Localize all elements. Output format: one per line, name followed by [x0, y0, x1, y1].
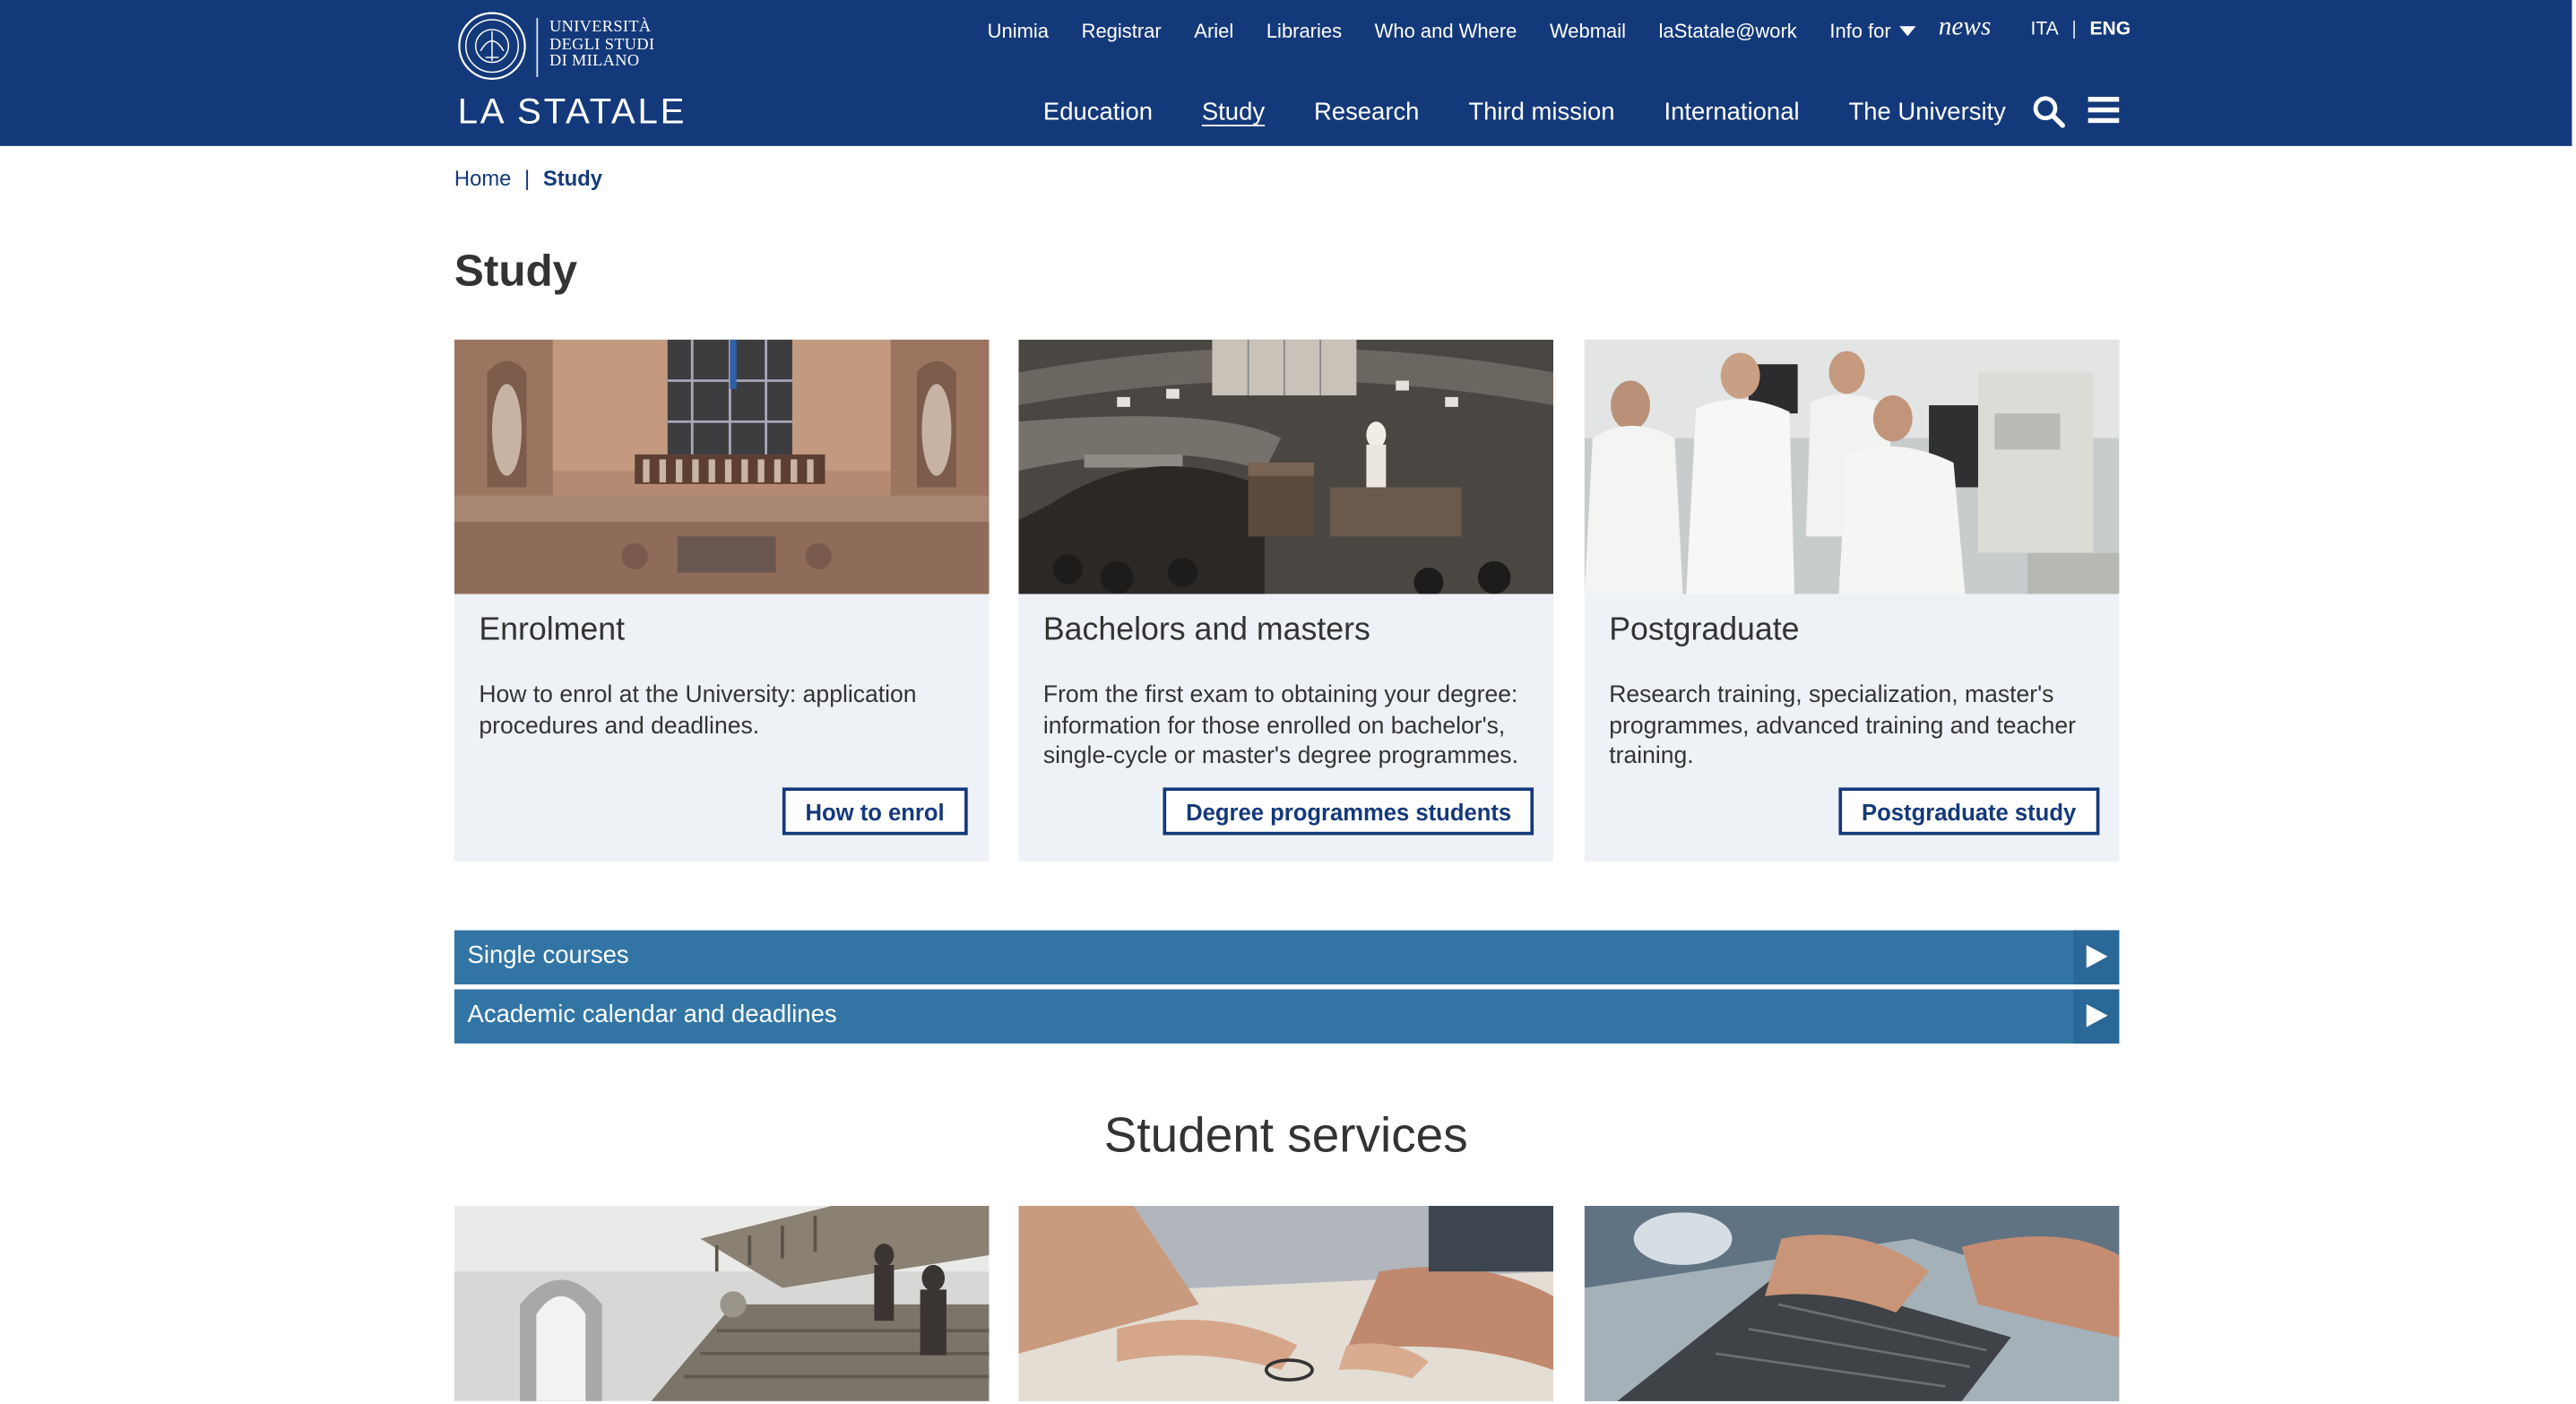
logo-line-3: DI MILANO	[549, 52, 640, 71]
lang-ita[interactable]: ITA	[2031, 20, 2059, 39]
top-link-registrar[interactable]: Registrar	[1082, 19, 1162, 42]
lab-researchers-photo	[1584, 339, 2120, 594]
play-arrow-icon	[2086, 945, 2108, 968]
info-for-label: Info for	[1829, 19, 1891, 42]
accordion-academic-calendar[interactable]: Academic calendar and deadlines	[454, 989, 2120, 1044]
logo-line-2: DEGLI STUDI	[549, 35, 655, 54]
top-link-ariel[interactable]: Ariel	[1194, 19, 1233, 42]
info-for-dropdown[interactable]: Info for	[1829, 19, 1916, 42]
accordion-label: Academic calendar and deadlines	[467, 1001, 837, 1029]
card-description: From the first exam to obtaining your de…	[1042, 682, 1518, 770]
card-enrolment: Enrolment How to enrol at the University…	[454, 339, 990, 862]
accordion-toggle[interactable]	[2073, 989, 2120, 1044]
hamburger-menu-icon[interactable]	[2088, 96, 2120, 124]
accordion-single-courses[interactable]: Single courses	[454, 930, 2120, 984]
breadcrumb-separator: |	[524, 165, 531, 191]
logo-line-1: UNIVERSITÀ	[549, 18, 652, 37]
stairway-photo[interactable]	[454, 1206, 990, 1401]
logo-divider	[536, 18, 539, 78]
language-switcher: ITA | ENG	[2031, 20, 2131, 39]
accordion-toggle[interactable]	[2073, 930, 2120, 984]
card-title: Postgraduate	[1609, 611, 1800, 648]
nav-third-mission[interactable]: Third mission	[1468, 99, 1614, 126]
top-link-libraries[interactable]: Libraries	[1266, 19, 1342, 42]
nav-the-university[interactable]: The University	[1848, 99, 2005, 126]
top-link-unimia[interactable]: Unimia	[988, 19, 1049, 42]
university-seal-icon	[458, 12, 526, 80]
main-nav: Education Study Research Third mission I…	[1043, 99, 2055, 126]
university-logo[interactable]: UNIVERSITÀ DEGLI STUDI DI MILANO LA STAT…	[458, 12, 687, 143]
top-utility-nav: Unimia Registrar Ariel Libraries Who and…	[988, 13, 1992, 42]
laptop-photo[interactable]	[1584, 1206, 2120, 1401]
top-link-who-and-where[interactable]: Who and Where	[1375, 19, 1517, 42]
search-icon[interactable]	[2032, 95, 2065, 128]
lecture-hall-photo	[1018, 339, 1554, 594]
breadcrumb-current: Study	[542, 165, 602, 191]
logo-wordmark: LA STATALE	[457, 90, 687, 132]
card-postgraduate: Postgraduate Research training, speciali…	[1584, 339, 2120, 862]
card-title: Enrolment	[479, 611, 626, 648]
student-services-title: Student services	[1103, 1109, 1468, 1164]
top-link-lastatale-at-work[interactable]: laStatale@work	[1659, 19, 1797, 42]
nav-research[interactable]: Research	[1314, 99, 1419, 126]
play-arrow-icon	[2086, 1003, 2108, 1027]
card-bachelors-and-masters: Bachelors and masters From the first exa…	[1018, 339, 1554, 862]
caret-down-icon	[1898, 25, 1916, 36]
breadcrumb: Home | Study	[454, 166, 602, 190]
university-facade-photo	[454, 339, 990, 594]
news-link[interactable]: news	[1939, 13, 1992, 43]
nav-education[interactable]: Education	[1043, 99, 1153, 126]
accordion-label: Single courses	[467, 941, 629, 970]
card-title: Bachelors and masters	[1042, 611, 1370, 648]
card-description: How to enrol at the University: applicat…	[479, 682, 917, 740]
breadcrumb-home[interactable]: Home	[454, 166, 511, 190]
lang-eng[interactable]: ENG	[2090, 20, 2131, 39]
site-header: UNIVERSITÀ DEGLI STUDI DI MILANO LA STAT…	[0, 0, 2572, 146]
postgraduate-study-button[interactable]: Postgraduate study	[1838, 787, 2099, 836]
degree-programmes-students-button[interactable]: Degree programmes students	[1163, 787, 1534, 836]
top-link-webmail[interactable]: Webmail	[1550, 19, 1626, 42]
how-to-enrol-button[interactable]: How to enrol	[782, 787, 968, 836]
study-desk-photo[interactable]	[1018, 1206, 1554, 1401]
nav-study[interactable]: Study	[1202, 99, 1265, 126]
page-title: Study	[454, 246, 578, 296]
nav-international[interactable]: International	[1664, 99, 1799, 126]
logo-university-name: UNIVERSITÀ DEGLI STUDI DI MILANO	[549, 18, 655, 72]
card-description: Research training, specialization, maste…	[1609, 682, 2076, 770]
lang-separator: |	[2071, 19, 2077, 39]
